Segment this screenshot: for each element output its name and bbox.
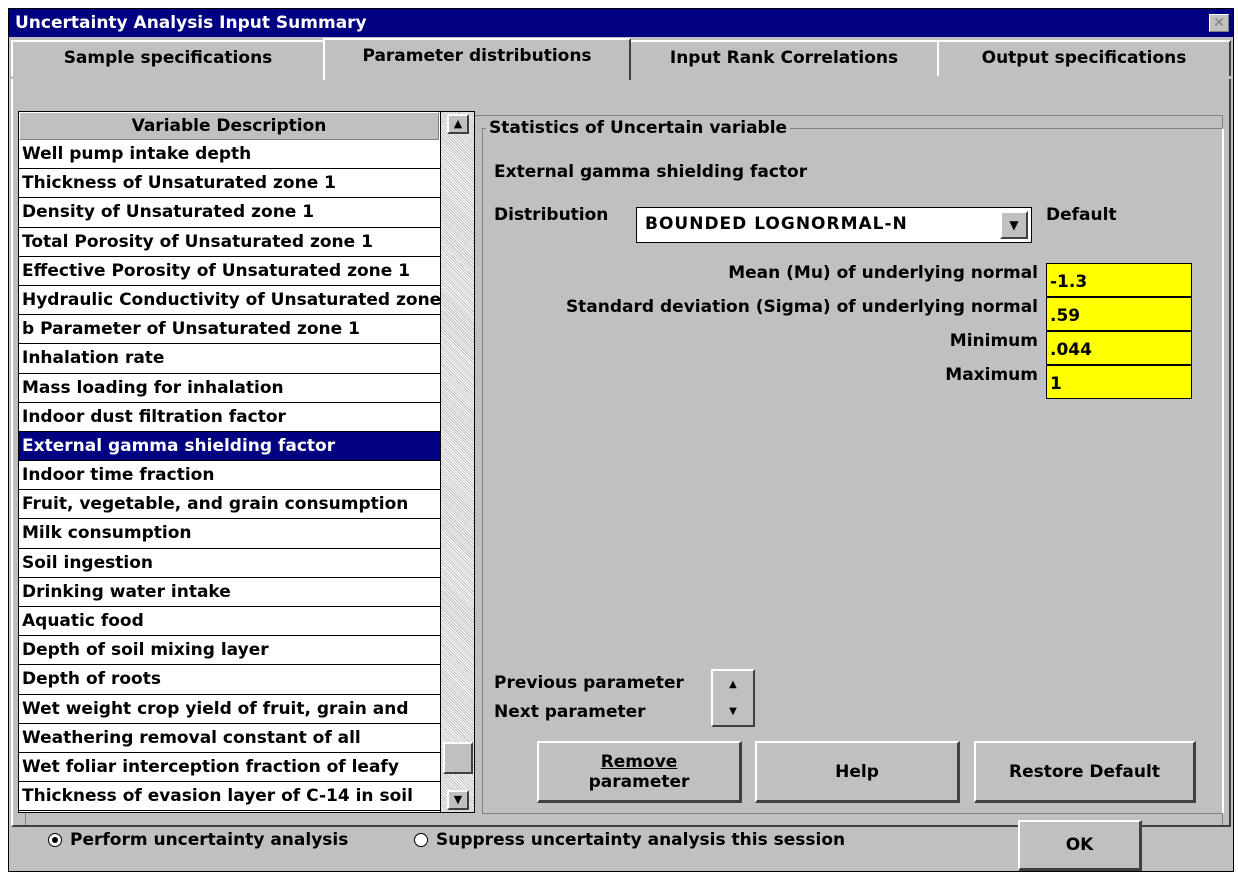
close-button[interactable]: ✕ xyxy=(1209,14,1229,32)
scroll-down-icon: ▼ xyxy=(453,793,463,806)
list-item[interactable]: Indoor dust filtration factor xyxy=(19,403,440,432)
list-item[interactable]: Density of Unsaturated zone 1 xyxy=(19,198,440,228)
list-item[interactable]: b Parameter of Unsaturated zone 1 xyxy=(19,315,440,345)
list-item[interactable]: Drinking water intake xyxy=(19,578,440,607)
radio-icon[interactable] xyxy=(48,833,62,847)
mean-label: Mean (Mu) of underlying normal xyxy=(728,263,1038,283)
list-header: Variable Description xyxy=(19,112,439,140)
list-item[interactable]: Thickness of Unsaturated zone 1 xyxy=(19,169,440,199)
scroll-down-button[interactable]: ▼ xyxy=(447,790,469,810)
mean-field[interactable]: -1.3 xyxy=(1046,263,1192,297)
tab-strip: Sample specifications Parameter distribu… xyxy=(9,38,1233,80)
list-item[interactable]: Milk consumption xyxy=(19,519,440,549)
next-parameter-button[interactable]: ▼ xyxy=(713,698,753,725)
list-item[interactable]: Wet foliar interception fraction of leaf… xyxy=(19,753,440,783)
parameter-spinner[interactable]: ▲ ▼ xyxy=(711,669,755,727)
distribution-label: Distribution xyxy=(494,205,609,225)
help-button[interactable]: Help xyxy=(755,741,960,803)
distribution-select[interactable]: BOUNDED LOGNORMAL-N ▼ xyxy=(636,207,1032,243)
tab-label: Parameter distributions xyxy=(362,46,592,66)
scroll-up-button[interactable]: ▲ xyxy=(447,114,469,134)
std-dev-label: Standard deviation (Sigma) of underlying… xyxy=(565,297,1038,317)
list-item[interactable]: Mass loading for inhalation xyxy=(19,374,440,403)
tab-sample-specifications[interactable]: Sample specifications xyxy=(11,40,325,76)
list-item[interactable]: Fruit, vegetable, and grain consumption xyxy=(19,490,440,520)
suppress-option[interactable]: Suppress uncertainty analysis this sessi… xyxy=(414,830,845,850)
list-item[interactable]: Well pump intake depth xyxy=(19,140,440,170)
list-item[interactable]: Wet weight crop yield of fruit, grain an… xyxy=(19,695,440,724)
tab-input-rank-correlations[interactable]: Input Rank Correlations xyxy=(629,40,939,76)
list-item[interactable]: Weathering removal constant of all xyxy=(19,724,440,753)
window-title: Uncertainty Analysis Input Summary xyxy=(15,13,367,33)
spin-down-icon: ▼ xyxy=(729,706,737,717)
tab-label: Output specifications xyxy=(981,48,1187,68)
list-item[interactable]: Depth of soil mixing layer xyxy=(19,636,440,666)
parameter-name: External gamma shielding factor xyxy=(494,162,808,182)
list-item[interactable]: Inhalation rate xyxy=(19,344,440,374)
list-item[interactable]: Effective Porosity of Unsaturated zone 1 xyxy=(19,257,440,286)
tab-label: Input Rank Correlations xyxy=(669,48,899,68)
ok-label: OK xyxy=(1065,835,1094,855)
variable-listbox[interactable]: Variable Description Well pump intake de… xyxy=(18,111,475,813)
ok-button[interactable]: OK xyxy=(1018,820,1142,871)
list-item[interactable]: Depth of roots xyxy=(19,665,440,695)
maximum-field[interactable]: 1 xyxy=(1046,365,1192,399)
title-bar: Uncertainty Analysis Input Summary ✕ xyxy=(9,9,1233,37)
help-label: Help xyxy=(835,761,879,782)
list-scrollbar[interactable]: ▲ ▼ xyxy=(440,112,474,812)
distribution-value: BOUNDED LOGNORMAL-N xyxy=(645,214,908,234)
tab-label: Sample specifications xyxy=(63,48,273,68)
remove-label-line1: Remove xyxy=(600,751,678,772)
maximum-label: Maximum xyxy=(945,365,1038,385)
list-item[interactable]: Total Porosity of Unsaturated zone 1 xyxy=(19,228,440,257)
dropdown-button[interactable]: ▼ xyxy=(1000,211,1028,239)
remove-parameter-button[interactable]: Remove parameter xyxy=(537,741,742,803)
scroll-thumb[interactable] xyxy=(443,742,473,774)
variable-list-items: Well pump intake depth Thickness of Unsat… xyxy=(19,140,440,812)
restore-default-label: Restore Default xyxy=(1009,761,1160,782)
list-item[interactable]: Soil ingestion xyxy=(19,549,440,578)
perform-option[interactable]: Perform uncertainty analysis xyxy=(48,830,348,850)
minimum-field[interactable]: .044 xyxy=(1046,331,1192,365)
remove-label-line2: parameter xyxy=(588,771,690,792)
next-parameter-label: Next parameter xyxy=(494,702,646,722)
list-item[interactable]: Indoor time fraction xyxy=(19,461,440,491)
default-label: Default xyxy=(1046,205,1117,225)
tab-output-specifications[interactable]: Output specifications xyxy=(937,40,1231,76)
previous-parameter-label: Previous parameter xyxy=(494,673,684,693)
tab-parameter-distributions[interactable]: Parameter distributions xyxy=(323,38,631,80)
minimum-label: Minimum xyxy=(949,331,1038,351)
radio-icon[interactable] xyxy=(414,833,428,847)
spin-up-icon: ▲ xyxy=(729,679,737,690)
list-item[interactable]: Thickness of evasion layer of C-14 in so… xyxy=(19,782,440,812)
scroll-up-icon: ▲ xyxy=(453,117,463,130)
group-title: Statistics of Uncertain variable xyxy=(486,118,791,138)
dropdown-arrow-icon: ▼ xyxy=(1009,218,1019,232)
list-item[interactable]: Hydraulic Conductivity of Unsaturated zo… xyxy=(19,286,440,316)
list-item[interactable]: Aquatic food xyxy=(19,607,440,637)
std-dev-field[interactable]: .59 xyxy=(1046,297,1192,331)
suppress-label: Suppress uncertainty analysis this sessi… xyxy=(436,830,846,850)
list-item[interactable]: External gamma shielding factor xyxy=(19,431,440,462)
close-icon: ✕ xyxy=(1213,15,1225,31)
restore-default-button[interactable]: Restore Default xyxy=(974,741,1196,803)
perform-label: Perform uncertainty analysis xyxy=(70,830,349,850)
previous-parameter-button[interactable]: ▲ xyxy=(713,671,753,698)
